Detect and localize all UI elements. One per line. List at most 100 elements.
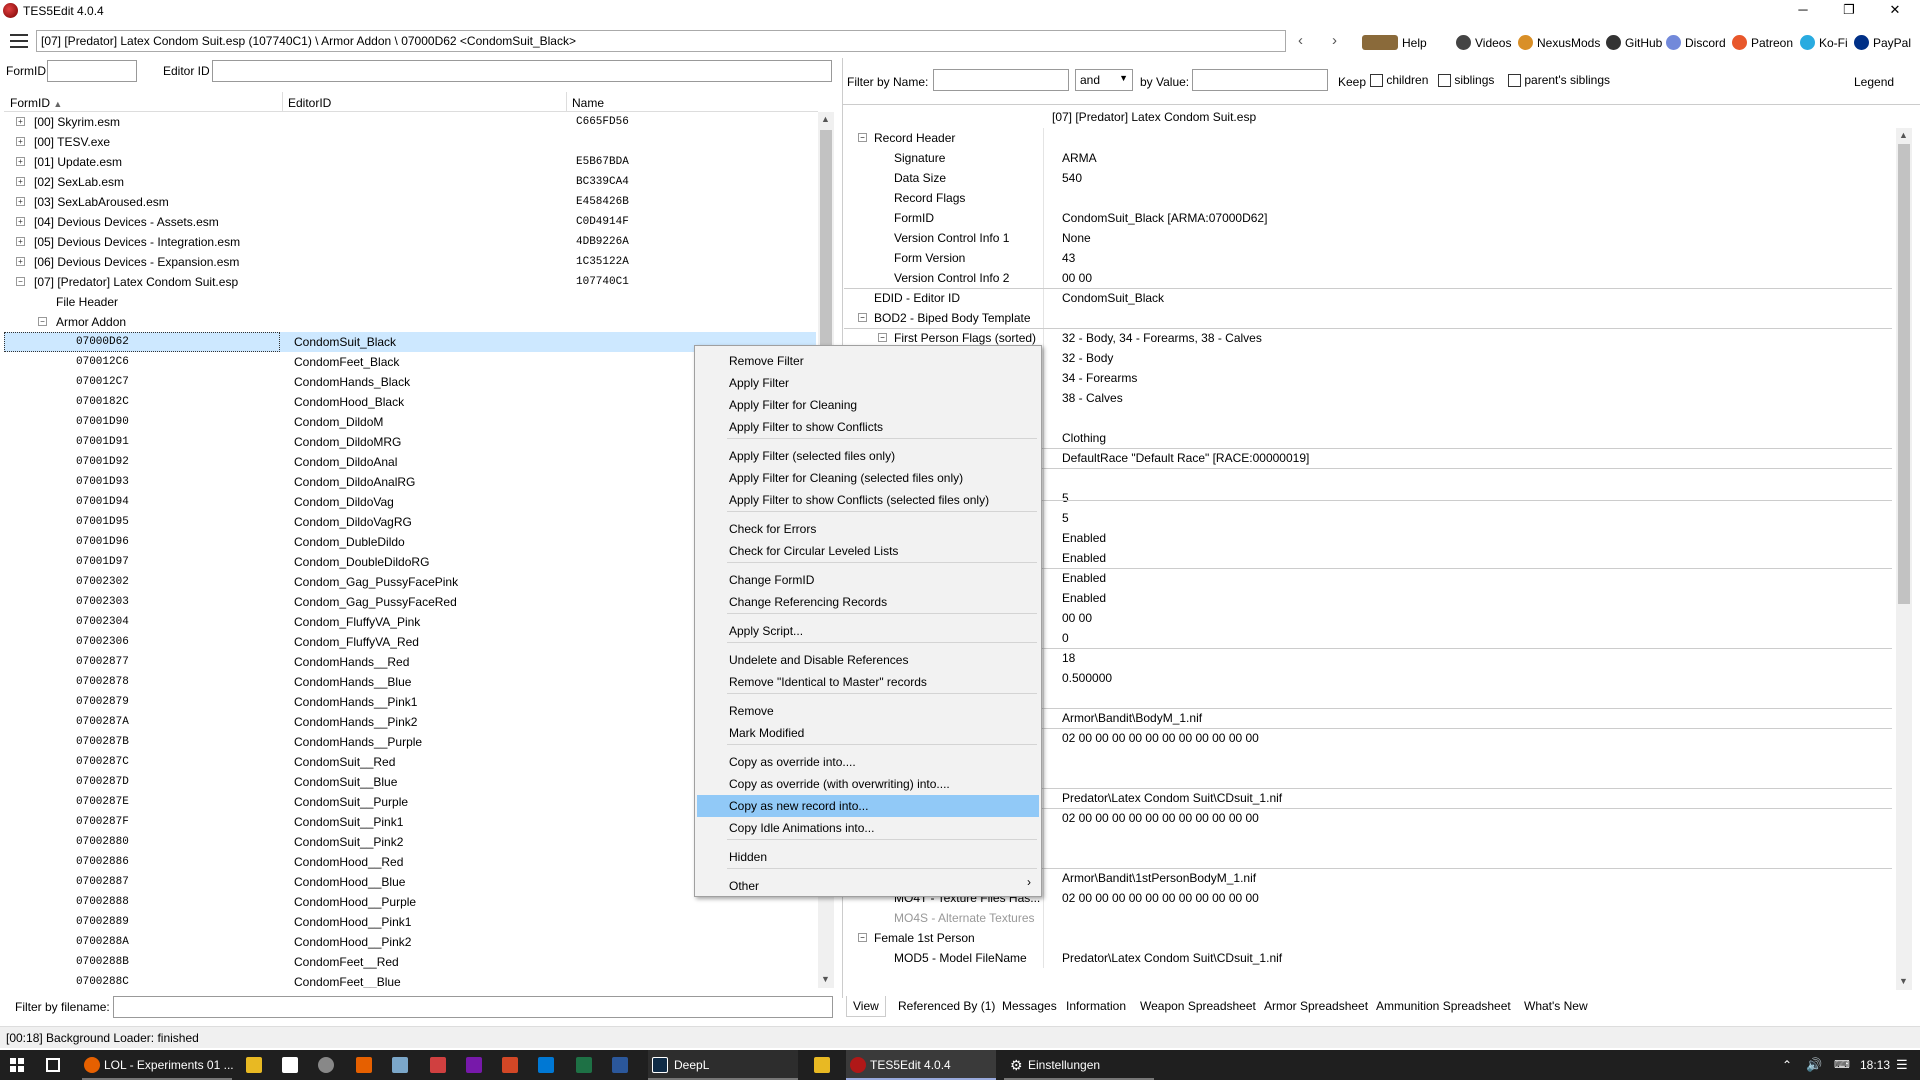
back-arrow-icon[interactable]: ‹ [1298,32,1303,49]
app-icon-blue[interactable] [392,1057,408,1073]
taskbar-item-tes5edit[interactable]: TES5Edit 4.0.4 [846,1050,996,1080]
acrobat-icon[interactable] [430,1057,446,1073]
record-row[interactable]: 0700288C CondomFeet__Blue [4,972,816,988]
tree-row-file[interactable]: + [00] TESV.exe [4,132,816,152]
taskbar-item-settings[interactable]: ⚙ Einstellungen [1004,1050,1154,1080]
expand-toggle-icon[interactable]: + [16,217,25,226]
record-field-row[interactable]: Version Control Info 2 00 00 [844,268,1892,288]
menu-item[interactable]: Remove [697,700,1039,722]
expand-toggle-icon[interactable]: + [16,177,25,186]
menu-item[interactable]: Copy as override into.... [697,751,1039,773]
menu-item[interactable]: Apply Script... [697,620,1039,642]
excel-icon[interactable] [576,1057,592,1073]
tree-row-file[interactable]: − [07] [Predator] Latex Condom Suit.esp 10… [4,272,816,292]
menu-item[interactable]: Copy as override (with overwriting) into… [697,773,1039,795]
menu-item[interactable]: Apply Filter for Cleaning [697,394,1039,416]
menu-item[interactable]: Mark Modified [697,722,1039,744]
filter-by-name-input[interactable] [933,69,1069,91]
task-view-icon[interactable] [46,1058,60,1072]
keyboard-icon[interactable]: ⌨ [1834,1050,1850,1080]
tab-referenced-by-1[interactable]: Referenced By (1) [894,999,999,1013]
menu-item[interactable]: Apply Filter to show Conflicts (selected… [697,489,1039,511]
menu-item[interactable]: Other [697,875,1039,897]
expand-toggle-icon[interactable]: + [16,137,25,146]
notepad-icon[interactable] [282,1057,298,1073]
record-field-row[interactable]: MOD5 - Model FileName Predator\Latex Cond… [844,948,1892,968]
tab-information[interactable]: Information [1062,999,1130,1013]
hamburger-menu-icon[interactable] [10,34,28,48]
tree-row-file[interactable]: + [06] Devious Devices - Expansion.esm 1C3… [4,252,816,272]
expand-toggle-icon[interactable]: + [16,237,25,246]
toplink-paypal[interactable]: PayPal [1854,35,1911,50]
expand-toggle-icon[interactable]: − [858,933,867,942]
powerpoint-icon[interactable] [502,1057,518,1073]
record-field-row[interactable]: Data Size 540 [844,168,1892,188]
record-field-row[interactable]: Version Control Info 1 None [844,228,1892,248]
tab-weapon-spreadsheet[interactable]: Weapon Spreadsheet [1136,999,1260,1013]
keep-parents-siblings-checkbox[interactable]: parent's siblings [1508,73,1610,88]
expand-toggle-icon[interactable]: + [16,117,25,126]
toplink-film[interactable]: Videos [1456,35,1511,50]
menu-item[interactable]: Hidden [697,846,1039,868]
close-button[interactable]: ✕ [1872,0,1918,22]
record-path-field[interactable]: [07] [Predator] Latex Condom Suit.esp (1… [36,30,1286,52]
filename-filter-input[interactable] [113,996,833,1018]
record-field-row[interactable]: − Record Header [844,128,1892,148]
toplink-nexus[interactable]: NexusMods [1518,35,1600,50]
menu-item[interactable]: Change FormID [697,569,1039,591]
menu-item[interactable]: Change Referencing Records [697,591,1039,613]
onenote-icon[interactable] [466,1057,482,1073]
menu-item[interactable]: Remove "Identical to Master" records [697,671,1039,693]
record-field-row[interactable]: Signature ARMA [844,148,1892,168]
record-row[interactable]: 0700288B CondomFeet__Red [4,952,816,972]
notifications-icon[interactable]: ☰ [1896,1050,1908,1080]
forward-arrow-icon[interactable]: › [1332,32,1337,49]
menu-item[interactable]: Apply Filter to show Conflicts [697,416,1039,438]
tab-ammunition-spreadsheet[interactable]: Ammunition Spreadsheet [1372,999,1515,1013]
tree-row-file[interactable]: + [00] Skyrim.esm C665FD56 [4,112,816,132]
record-field-row[interactable]: − BOD2 - Biped Body Template [844,308,1892,328]
explorer-icon[interactable] [814,1057,830,1073]
expand-toggle-icon[interactable]: − [16,277,25,286]
folder-icon[interactable] [246,1057,262,1073]
filter-by-value-input[interactable] [1192,69,1328,91]
tree-row-group[interactable]: − Armor Addon [4,312,816,332]
minimize-button[interactable]: ─ [1780,0,1826,22]
expand-toggle-icon[interactable]: + [16,197,25,206]
toplink-discord[interactable]: Discord [1666,35,1726,50]
editorid-filter-input[interactable] [212,60,832,82]
tree-row-file[interactable]: + [05] Devious Devices - Integration.esm 4… [4,232,816,252]
menu-item[interactable]: Check for Errors [697,518,1039,540]
toplink-kofi[interactable]: Ko-Fi [1800,35,1848,50]
menu-item[interactable]: Copy as new record into... [697,795,1039,817]
tab-messages[interactable]: Messages [998,999,1061,1013]
expand-toggle-icon[interactable]: − [878,333,887,342]
column-header-editorid[interactable]: EditorID [288,96,331,110]
record-row[interactable]: 0700288A CondomHood__Pink2 [4,932,816,952]
record-field-row[interactable]: Record Flags [844,188,1892,208]
expand-toggle-icon[interactable]: + [16,257,25,266]
app-icon-generic[interactable] [318,1057,334,1073]
menu-item[interactable]: Apply Filter (selected files only) [697,445,1039,467]
record-field-row[interactable]: EDID - Editor ID CondomSuit_Black [844,288,1892,308]
record-row[interactable]: 07002889 CondomHood__Pink1 [4,912,816,932]
word-icon[interactable] [612,1057,628,1073]
menu-item[interactable]: Remove Filter [697,350,1039,372]
keep-children-checkbox[interactable]: children [1370,73,1428,88]
toplink-github[interactable]: GitHub [1606,35,1662,50]
toplink-patreon[interactable]: Patreon [1732,35,1793,50]
tree-row-file[interactable]: + [03] SexLabAroused.esm E458426B [4,192,816,212]
app-icon-orange[interactable] [356,1057,372,1073]
volume-icon[interactable]: 🔊 [1806,1050,1822,1080]
record-field-row[interactable]: MO4S - Alternate Textures [844,908,1892,928]
expand-toggle-icon[interactable]: − [858,133,867,142]
tree-row-file-header[interactable]: File Header [4,292,816,312]
column-header-name[interactable]: Name [572,96,604,110]
and-or-select[interactable]: and ▼ [1075,69,1133,91]
record-view-scrollbar[interactable]: ▲ ▼ [1896,128,1912,990]
menu-item[interactable]: Apply Filter [697,372,1039,394]
expand-toggle-icon[interactable]: − [858,313,867,322]
tab-view[interactable]: View [846,996,886,1017]
tab-what-s-new[interactable]: What's New [1520,999,1592,1013]
tree-row-file[interactable]: + [01] Update.esm E5B67BDA [4,152,816,172]
